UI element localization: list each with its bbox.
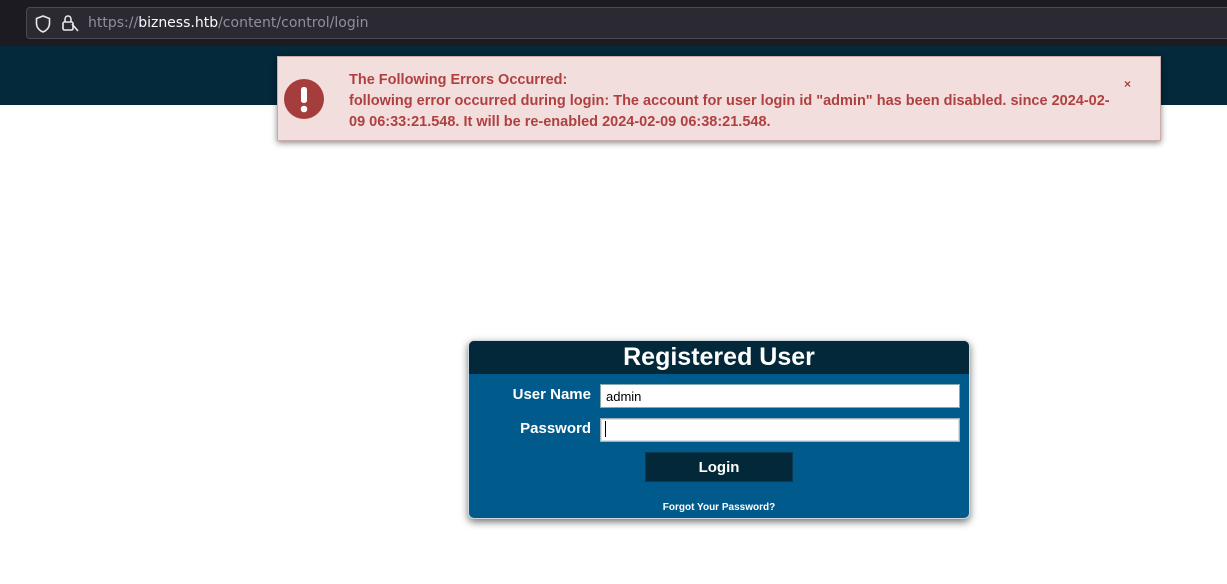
- username-input[interactable]: [600, 384, 960, 408]
- error-message: following error occurred during login: T…: [349, 93, 1110, 130]
- shield-icon[interactable]: [35, 15, 51, 33]
- error-message-panel: The Following Errors Occurred: following…: [277, 56, 1161, 141]
- url-prefix: https://: [88, 15, 139, 31]
- url-host: bizness.htb: [138, 15, 219, 31]
- login-button[interactable]: Login: [645, 452, 793, 482]
- browser-toolbar: https://bizness.htb/content/control/logi…: [0, 0, 1227, 46]
- forgot-password-link[interactable]: Forgot Your Password?: [469, 502, 969, 513]
- password-label: Password: [520, 420, 591, 437]
- password-input[interactable]: [600, 418, 960, 442]
- error-text: The Following Errors Occurred: following…: [349, 70, 1119, 133]
- close-icon[interactable]: ×: [1124, 77, 1131, 91]
- lock-icon[interactable]: [61, 14, 79, 32]
- url-path: /content/control/login: [218, 15, 369, 31]
- error-heading: The Following Errors Occurred:: [349, 72, 568, 88]
- exclamation-icon: [284, 79, 324, 119]
- login-panel: Registered User User Name Password Login…: [468, 340, 970, 519]
- url-bar[interactable]: https://bizness.htb/content/control/logi…: [26, 7, 1227, 39]
- username-label: User Name: [512, 386, 591, 403]
- text-cursor: [605, 421, 606, 437]
- login-title: Registered User: [469, 341, 969, 374]
- url-text[interactable]: https://bizness.htb/content/control/logi…: [88, 15, 368, 31]
